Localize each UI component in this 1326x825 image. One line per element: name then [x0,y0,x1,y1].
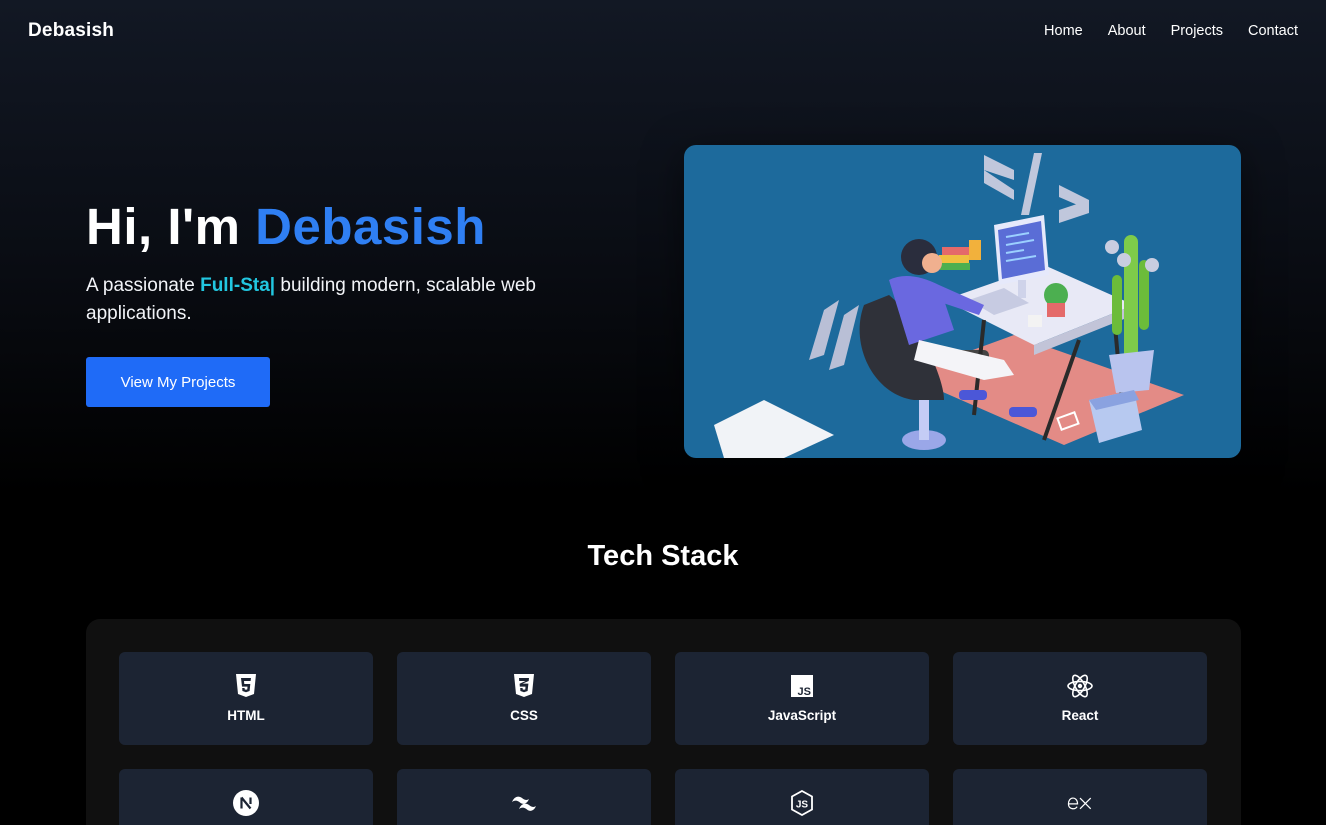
tech-card-nextjs[interactable] [119,769,373,825]
express-icon [1066,789,1094,817]
tech-stack-panel: HTML CSS JS JavaScript React JS [86,619,1241,825]
hero-title: Hi, I'm Debasish [86,196,646,258]
developer-illustration [684,145,1241,458]
nav-home-link[interactable]: Home [1044,23,1083,39]
javascript-icon: JS [788,672,816,700]
nav-links: Home About Projects Contact [1044,23,1298,39]
tech-label-javascript: JavaScript [767,708,837,723]
nav-about-link[interactable]: About [1108,23,1146,39]
brand-logo[interactable]: Debasish [28,20,114,42]
tech-stack-title: Tech Stack [587,540,739,572]
hero-subtitle: A passionate Full-Sta| building modern, … [86,272,646,328]
nav-projects-link[interactable]: Projects [1171,23,1223,39]
developer-illustration-graphic [714,153,1184,458]
typed-role: Full-Sta [200,275,270,296]
nav-contact-link[interactable]: Contact [1248,23,1298,39]
hero-sub-prefix: A passionate [86,275,201,296]
hero-section: Hi, I'm Debasish A passionate Full-Sta| … [86,196,646,407]
tech-card-html[interactable]: HTML [119,652,373,745]
svg-text:JS: JS [798,686,811,697]
css3-icon [510,672,538,700]
tech-card-nodejs[interactable]: JS [675,769,929,825]
svg-text:JS: JS [796,800,809,811]
tech-label-react: React [1061,708,1099,723]
view-projects-button[interactable]: View My Projects [86,357,270,407]
nextjs-icon [232,789,260,817]
tech-label-html: HTML [227,708,265,723]
hero-greeting: Hi, I'm [86,198,256,255]
tech-card-react[interactable]: React [953,652,1207,745]
react-icon [1066,672,1094,700]
tech-card-javascript[interactable]: JS JavaScript [675,652,929,745]
hero-name: Debasish [255,198,486,255]
tech-card-tailwind[interactable] [397,769,651,825]
tailwind-icon [510,789,538,817]
top-navbar: Debasish Home About Projects Contact [0,0,1326,62]
html5-icon [232,672,260,700]
tech-card-css[interactable]: CSS [397,652,651,745]
nodejs-icon: JS [788,789,816,817]
tech-card-express[interactable] [953,769,1207,825]
tech-label-css: CSS [510,708,538,723]
